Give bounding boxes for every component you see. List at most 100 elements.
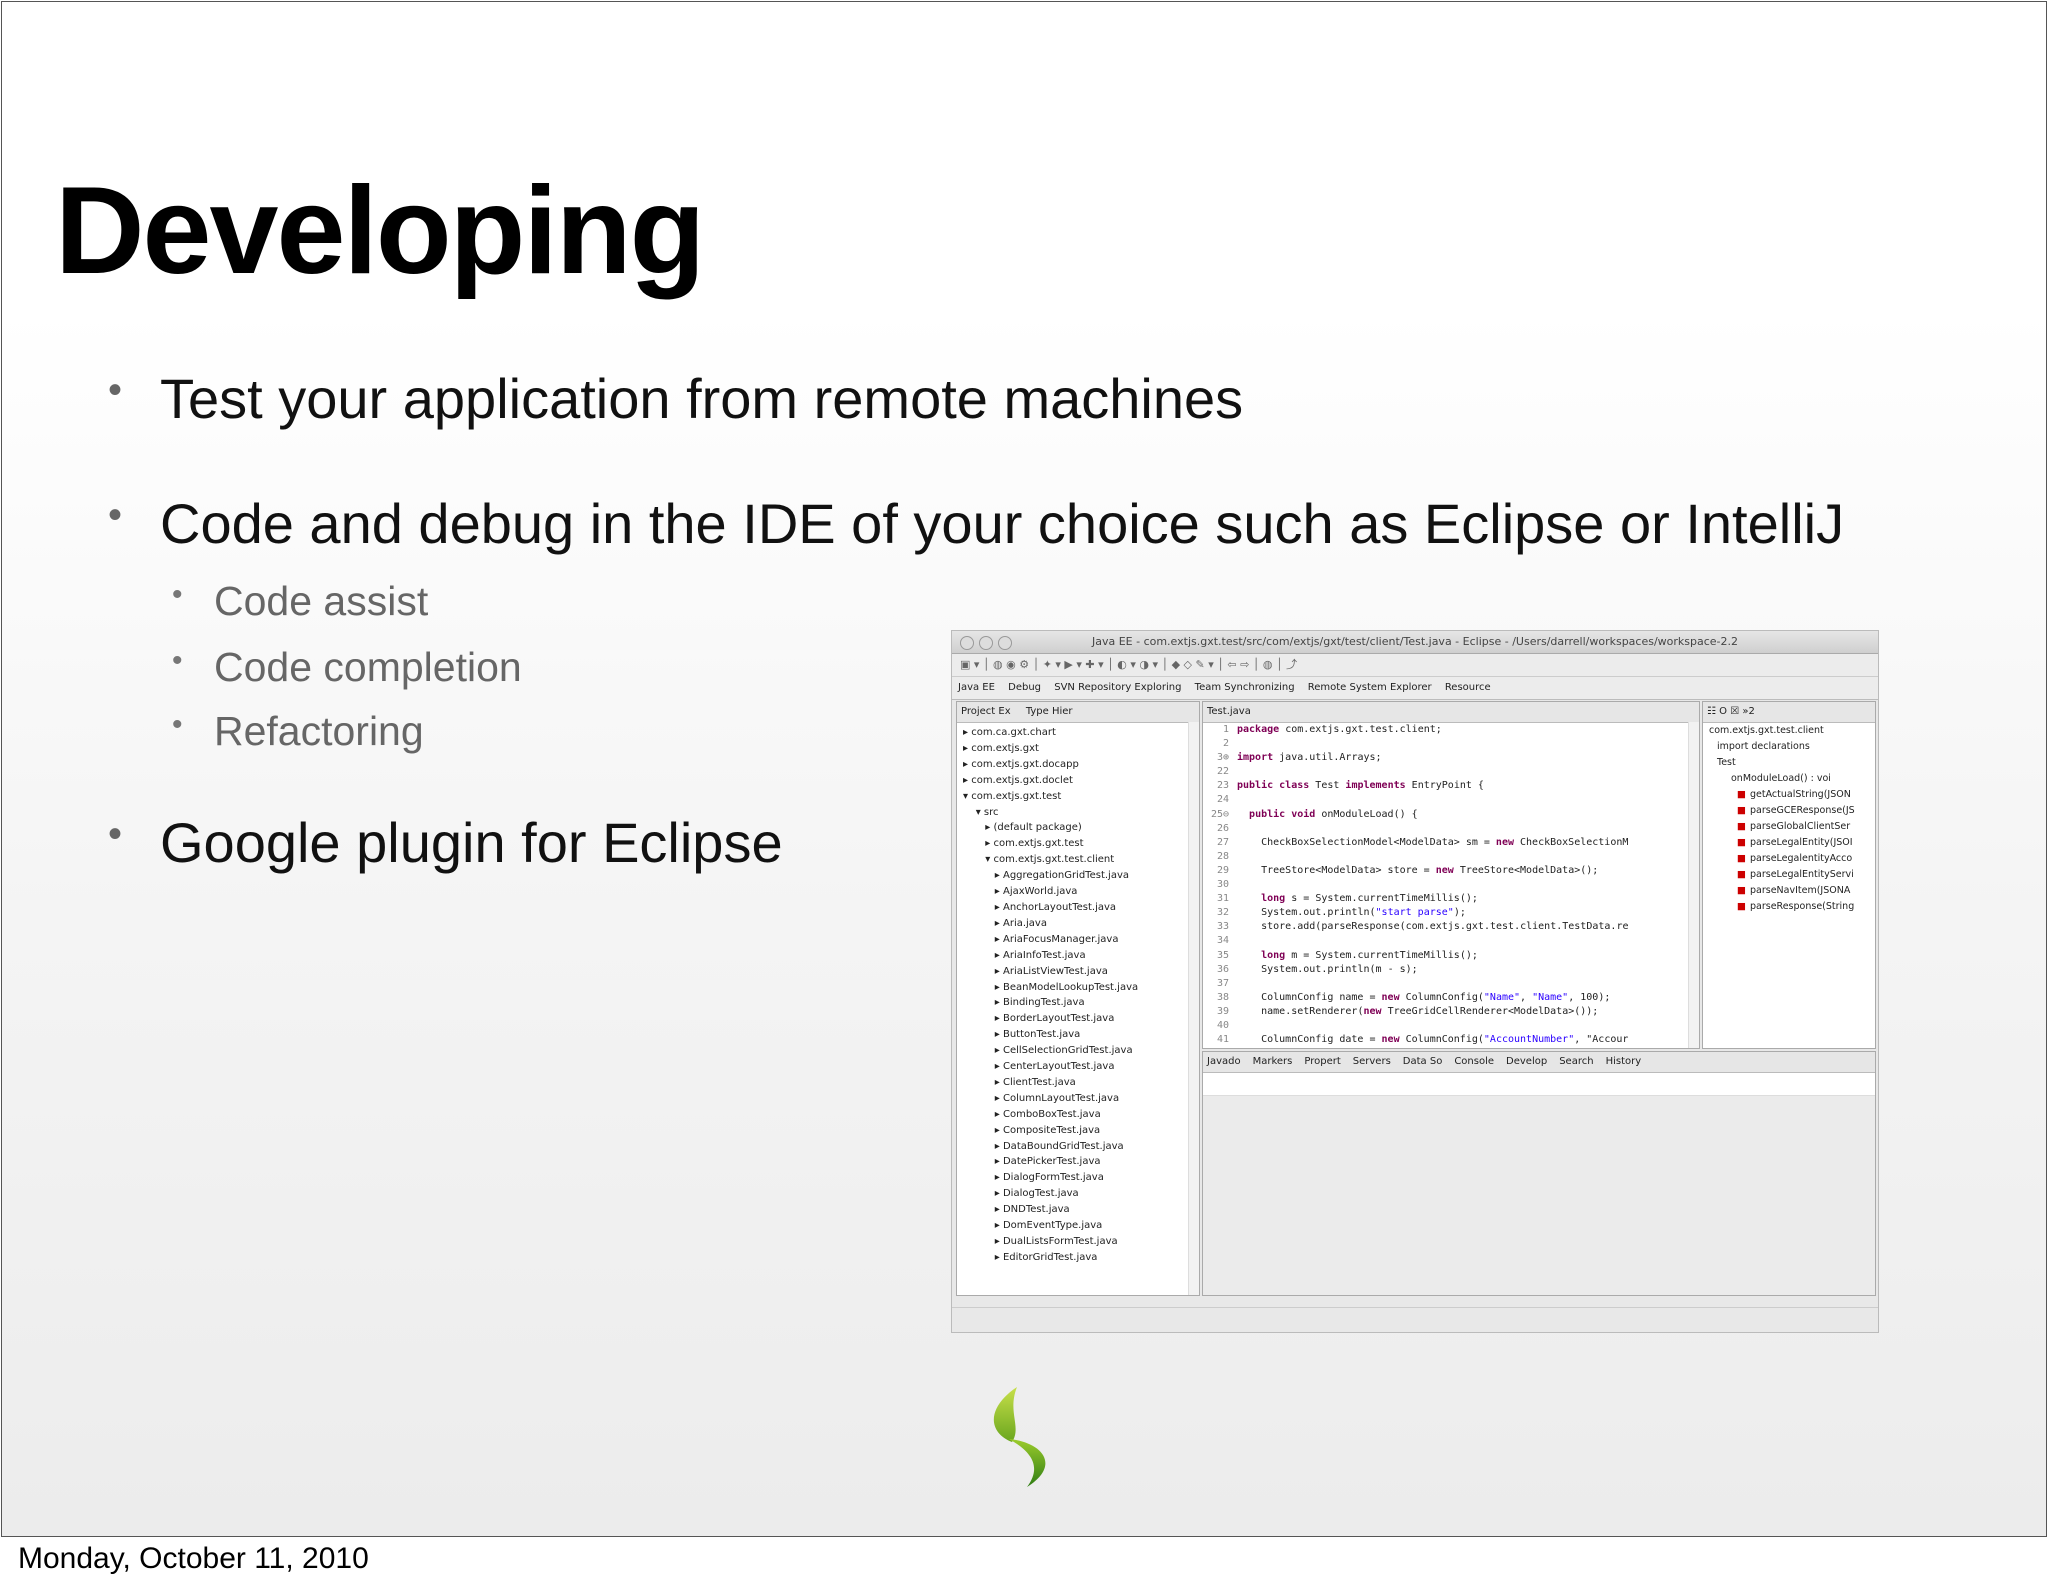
code-line[interactable]: 27 CheckBoxSelectionModel<ModelData> sm …	[1203, 836, 1699, 850]
tree-item[interactable]: ▸ DialogFormTest.java	[957, 1170, 1199, 1186]
close-window-icon[interactable]	[960, 636, 974, 650]
tree-item[interactable]: ▸ DataBoundGridTest.java	[957, 1139, 1199, 1155]
tab-project-explorer[interactable]: Project Ex	[961, 706, 1011, 717]
code-line[interactable]: 23 public class Test implements EntryPoin…	[1203, 779, 1699, 793]
perspective-debug[interactable]: Debug	[1008, 682, 1041, 693]
outline-item[interactable]: ■ parseLegalEntity(JSOI	[1709, 835, 1875, 851]
tree-item[interactable]: ▸ CompositeTest.java	[957, 1123, 1199, 1139]
code-line[interactable]: 3⊕ import java.util.Arrays;	[1203, 751, 1699, 765]
tab-test-java[interactable]: Test.java	[1207, 706, 1251, 717]
bottom-tab[interactable]: Data So	[1403, 1056, 1443, 1067]
perspective-remote-system[interactable]: Remote System Explorer	[1308, 682, 1432, 693]
tree-item[interactable]: ▸ ClientTest.java	[957, 1075, 1199, 1091]
tree-item[interactable]: ▸ CenterLayoutTest.java	[957, 1059, 1199, 1075]
tree-item[interactable]: ▸ CellSelectionGridTest.java	[957, 1043, 1199, 1059]
tree-item[interactable]: ▸ ColumnLayoutTest.java	[957, 1091, 1199, 1107]
code-line[interactable]: 35 long m = System.currentTimeMillis();	[1203, 949, 1699, 963]
tree-item[interactable]: ▸ com.extjs.gxt	[957, 741, 1199, 757]
tree-item[interactable]: ▸ ComboBoxTest.java	[957, 1107, 1199, 1123]
tree-item[interactable]: ▸ AriaInfoTest.java	[957, 948, 1199, 964]
tree-item[interactable]: ▸ BorderLayoutTest.java	[957, 1011, 1199, 1027]
tree-item[interactable]: ▸ BindingTest.java	[957, 995, 1199, 1011]
project-tree[interactable]: ▸ com.ca.gxt.chart ▸ com.extjs.gxt ▸ com.e…	[957, 723, 1199, 1266]
tree-item[interactable]: ▸ Aria.java	[957, 916, 1199, 932]
tree-item[interactable]: ▸ DualListsFormTest.java	[957, 1234, 1199, 1250]
tree-item[interactable]: ▸ DNDTest.java	[957, 1202, 1199, 1218]
tree-item[interactable]: ▾ com.extjs.gxt.test	[957, 789, 1199, 805]
perspective-resource[interactable]: Resource	[1445, 682, 1491, 693]
code-line[interactable]: 32 System.out.println("start parse");	[1203, 906, 1699, 920]
outline-item[interactable]: ■ parseGlobalClientSer	[1709, 819, 1875, 835]
tree-item[interactable]: ▸ ButtonTest.java	[957, 1027, 1199, 1043]
outline-item[interactable]: onModuleLoad() : voi	[1709, 771, 1875, 787]
bottom-tab[interactable]: Markers	[1253, 1056, 1293, 1067]
zoom-window-icon[interactable]	[998, 636, 1012, 650]
code-line[interactable]: 37	[1203, 977, 1699, 991]
tree-item[interactable]: ▸ BeanModelLookupTest.java	[957, 980, 1199, 996]
outline-item[interactable]: ■ getActualString(JSON	[1709, 787, 1875, 803]
outline-tree[interactable]: com.extjs.gxt.test.client import declarat…	[1703, 723, 1875, 915]
code-line[interactable]: 28	[1203, 850, 1699, 864]
tree-item[interactable]: ▾ com.extjs.gxt.test.client	[957, 852, 1199, 868]
private-method-icon: ■	[1737, 885, 1746, 896]
minimize-window-icon[interactable]	[979, 636, 993, 650]
bottom-tab[interactable]: Propert	[1304, 1056, 1340, 1067]
bottom-tab[interactable]: Search	[1559, 1056, 1593, 1067]
tree-item[interactable]: ▸ com.ca.gxt.chart	[957, 725, 1199, 741]
perspective-svn[interactable]: SVN Repository Exploring	[1054, 682, 1181, 693]
bottom-tab[interactable]: Console	[1454, 1056, 1494, 1067]
tree-item[interactable]: ▸ com.extjs.gxt.test	[957, 836, 1199, 852]
editor-scrollbar[interactable]	[1688, 722, 1699, 1048]
code-line[interactable]: 36 System.out.println(m - s);	[1203, 963, 1699, 977]
tree-item[interactable]: ▸ DialogTest.java	[957, 1186, 1199, 1202]
toolbar-icons[interactable]: ▣ ▾ │ ◍ ◉ ⚙ │ ✦ ▾ ▶ ▾ ✚ ▾ │ ◐ ▾ ◑ ▾ │ ◆ …	[960, 658, 1297, 671]
code-line[interactable]: 26	[1203, 822, 1699, 836]
outline-item[interactable]: ■ parseGCEResponse(JS	[1709, 803, 1875, 819]
perspective-java-ee[interactable]: Java EE	[958, 682, 995, 693]
tree-item[interactable]: ▸ (default package)	[957, 820, 1199, 836]
tree-item[interactable]: ▸ DatePickerTest.java	[957, 1154, 1199, 1170]
code-line[interactable]: 31 long s = System.currentTimeMillis();	[1203, 892, 1699, 906]
outline-item[interactable]: ■ parseLegalEntityServi	[1709, 867, 1875, 883]
perspective-team-sync[interactable]: Team Synchronizing	[1195, 682, 1295, 693]
code-line[interactable]: 25⊖ public void onModuleLoad() {	[1203, 808, 1699, 822]
tree-item[interactable]: ▸ com.extjs.gxt.docapp	[957, 757, 1199, 773]
outline-item[interactable]: ■ parseNavItem(JSONA	[1709, 883, 1875, 899]
bottom-tab[interactable]: History	[1606, 1056, 1642, 1067]
code-line[interactable]: 40	[1203, 1019, 1699, 1033]
outline-item[interactable]: ■ parseLegalentityAcco	[1709, 851, 1875, 867]
bottom-tab[interactable]: Javado	[1207, 1056, 1241, 1067]
code-line[interactable]: 33 store.add(parseResponse(com.extjs.gxt…	[1203, 920, 1699, 934]
bottom-tab[interactable]: Servers	[1353, 1056, 1391, 1067]
code-line[interactable]: 41 ColumnConfig date = new ColumnConfig(…	[1203, 1033, 1699, 1047]
outline-item[interactable]: com.extjs.gxt.test.client	[1709, 723, 1875, 739]
bottom-tab[interactable]: Develop	[1506, 1056, 1547, 1067]
code-line[interactable]: 34	[1203, 934, 1699, 948]
tree-item[interactable]: ▸ AnchorLayoutTest.java	[957, 900, 1199, 916]
code-line[interactable]: 1 package com.extjs.gxt.test.client;	[1203, 723, 1699, 737]
code-text: ColumnConfig name = new ColumnConfig("Na…	[1261, 991, 1611, 1003]
outline-item[interactable]: ■ parseResponse(String	[1709, 899, 1875, 915]
code-line[interactable]: 39 name.setRenderer(new TreeGridCellRend…	[1203, 1005, 1699, 1019]
bullet-google-plugin: • Google plugin for Eclipse	[108, 811, 783, 874]
tree-item[interactable]: ▾ src	[957, 805, 1199, 821]
tree-item[interactable]: ▸ DomEventType.java	[957, 1218, 1199, 1234]
tab-outline[interactable]: ☷ O ☒ »2	[1707, 706, 1755, 717]
code-line[interactable]: 22	[1203, 765, 1699, 779]
code-line[interactable]: 29 TreeStore<ModelData> store = new Tree…	[1203, 864, 1699, 878]
tree-item[interactable]: ▸ AriaFocusManager.java	[957, 932, 1199, 948]
code-line[interactable]: 24	[1203, 793, 1699, 807]
project-tree-scrollbar[interactable]	[1188, 722, 1199, 1295]
tree-item[interactable]: ▸ AriaListViewTest.java	[957, 964, 1199, 980]
tree-item[interactable]: ▸ AjaxWorld.java	[957, 884, 1199, 900]
tree-item[interactable]: ▸ EditorGridTest.java	[957, 1250, 1199, 1266]
tree-item[interactable]: ▸ AggregationGridTest.java	[957, 868, 1199, 884]
code-editor[interactable]: 1 package com.extjs.gxt.test.client; 2 3⊕ im…	[1203, 723, 1699, 1047]
tree-item[interactable]: ▸ com.extjs.gxt.doclet	[957, 773, 1199, 789]
outline-item[interactable]: import declarations	[1709, 739, 1875, 755]
outline-item[interactable]: Test	[1709, 755, 1875, 771]
code-line[interactable]: 30	[1203, 878, 1699, 892]
code-line[interactable]: 38 ColumnConfig name = new ColumnConfig(…	[1203, 991, 1699, 1005]
code-line[interactable]: 2	[1203, 737, 1699, 751]
tab-type-hierarchy[interactable]: Type Hier	[1026, 706, 1073, 717]
